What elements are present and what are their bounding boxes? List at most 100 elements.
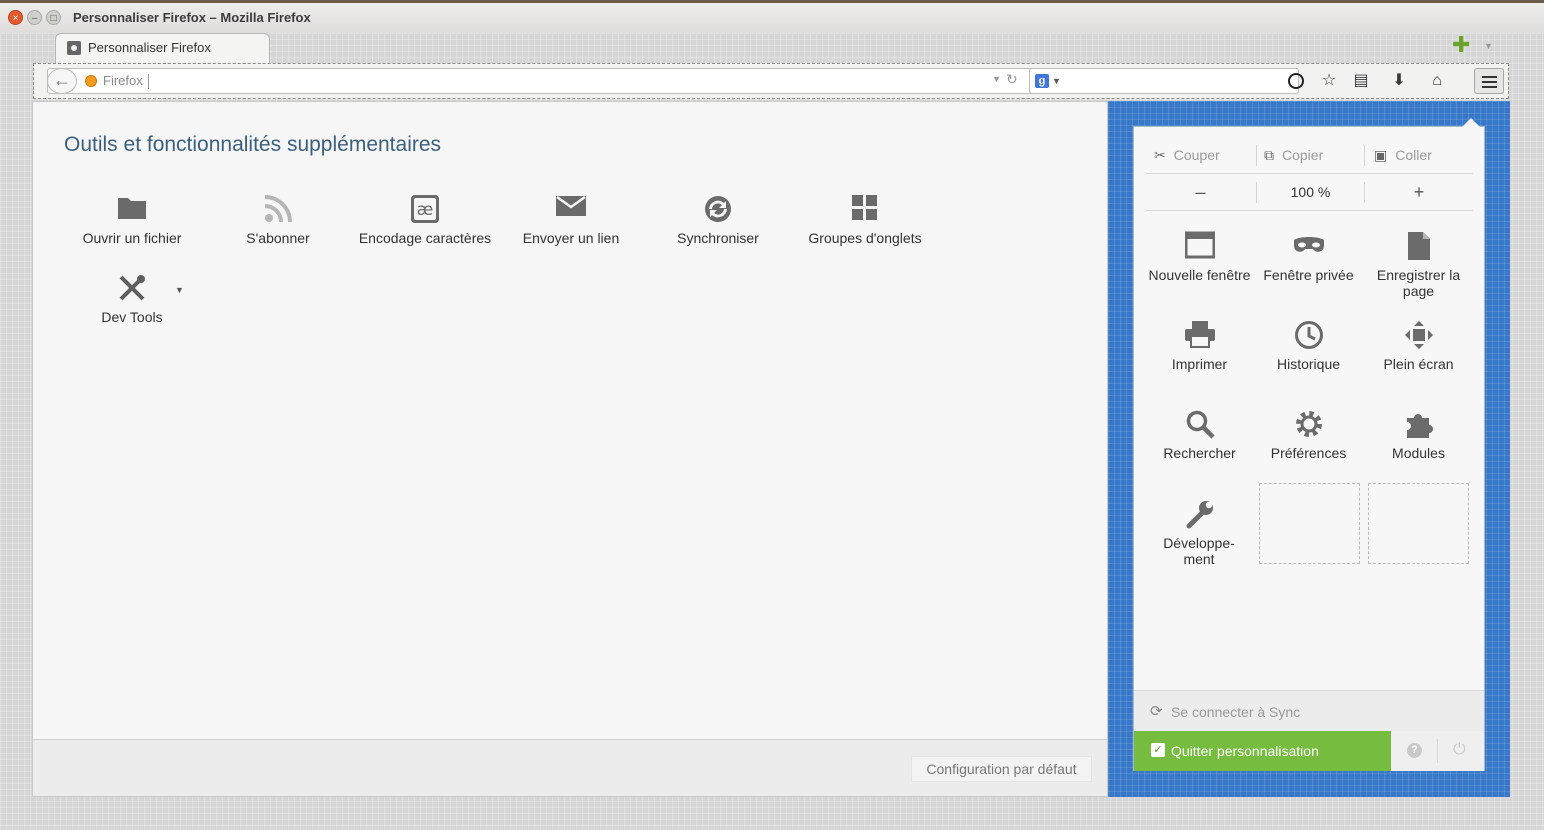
google-engine-icon[interactable]: g xyxy=(1035,74,1049,88)
palette-item-encoding[interactable]: æ Encodage caractères xyxy=(350,188,500,258)
private-mask-icon xyxy=(1293,231,1325,263)
palette-item-subscribe[interactable]: S'abonner xyxy=(203,188,353,258)
palette-item-dev-tools[interactable]: Dev Tools xyxy=(57,267,207,337)
panel-item-label: Enregistrer la page xyxy=(1376,267,1461,299)
dev-tools-dropdown-icon[interactable]: ▼ xyxy=(175,285,184,295)
customize-palette: Outils et fonctionnalités supplémentaire… xyxy=(32,101,1108,797)
window-titlebar: × – □ Personnaliser Firefox – Mozilla Fi… xyxy=(0,0,1544,33)
copy-label: Copier xyxy=(1282,147,1324,163)
downloads-arrow-icon[interactable]: ⬇ xyxy=(1389,71,1409,91)
scissors-icon: ✂ xyxy=(1154,147,1166,163)
menu-bar-line xyxy=(1482,86,1497,88)
folder-icon xyxy=(117,194,147,224)
paste-button[interactable]: ▣ Coller xyxy=(1374,137,1432,174)
panel-footer: ✓ Quitter personnalisation ? ⏻ xyxy=(1134,731,1484,771)
new-tab-plus-icon[interactable]: ✚ xyxy=(1452,34,1470,56)
home-icon[interactable]: ⌂ xyxy=(1427,71,1447,91)
gear-icon xyxy=(1293,409,1325,441)
envelope-icon xyxy=(556,194,586,224)
empty-placeholder-slot[interactable] xyxy=(1368,483,1469,564)
sync-icon: ⟳ xyxy=(1150,703,1163,720)
history-clock-icon xyxy=(1293,320,1325,352)
svg-text:æ: æ xyxy=(417,200,434,220)
sync-label: Se connecter à Sync xyxy=(1171,704,1301,720)
bookmark-star-icon[interactable]: ☆ xyxy=(1319,71,1339,91)
panel-item-label: Plein écran xyxy=(1383,356,1454,372)
separator xyxy=(1256,145,1257,166)
restore-defaults-button[interactable]: Configuration par défaut xyxy=(911,756,1092,782)
printer-icon xyxy=(1184,320,1216,352)
cut-button[interactable]: ✂ Couper xyxy=(1154,137,1220,174)
palette-footer: Configuration par défaut xyxy=(33,739,1107,796)
separator xyxy=(1437,739,1438,763)
panel-item-history[interactable]: Historique xyxy=(1256,314,1361,394)
sync-icon xyxy=(703,194,733,224)
puzzle-icon xyxy=(1403,409,1435,441)
bookmarks-menu-icon[interactable]: ▤ xyxy=(1351,71,1371,91)
panel-item-label: Rechercher xyxy=(1163,445,1236,461)
cut-label: Couper xyxy=(1173,147,1220,163)
minimize-window-icon[interactable]: – xyxy=(27,10,42,25)
close-window-icon[interactable]: × xyxy=(8,10,23,25)
firefox-identity-icon[interactable] xyxy=(85,75,97,87)
menu-bar-line xyxy=(1482,81,1497,83)
palette-item-label: Ouvrir un fichier xyxy=(82,230,182,246)
tab-list-dropdown-icon[interactable]: ▼ xyxy=(1484,41,1493,51)
palette-item-open-file[interactable]: Ouvrir un fichier xyxy=(57,188,207,258)
panel-item-label: Développe-ment xyxy=(1163,535,1235,567)
empty-placeholder-slot[interactable] xyxy=(1259,483,1360,564)
panel-item-label: Modules xyxy=(1392,445,1445,461)
sync-button[interactable]: ⟳ Se connecter à Sync xyxy=(1134,690,1484,731)
panel-item-label: Préférences xyxy=(1270,445,1347,461)
reload-icon[interactable]: ↻ xyxy=(1006,71,1018,88)
palette-item-label: Groupes d'onglets xyxy=(808,230,922,246)
url-bar[interactable]: ← Firefox ▼ ↻ xyxy=(47,68,1058,94)
palette-item-tab-groups[interactable]: Groupes d'onglets xyxy=(790,188,940,258)
new-window-icon xyxy=(1184,231,1216,263)
dev-tools-icon xyxy=(117,273,147,303)
tab-customize[interactable]: Personnaliser Firefox xyxy=(55,33,270,63)
url-text: Firefox xyxy=(103,73,143,88)
zoom-out-button[interactable]: – xyxy=(1146,174,1255,211)
engine-dropdown-icon[interactable]: ▼ xyxy=(1052,76,1061,86)
palette-item-label: Dev Tools xyxy=(101,309,163,325)
panel-item-addons[interactable]: Modules xyxy=(1366,403,1471,483)
zoom-reset-button[interactable]: 100 % xyxy=(1257,174,1364,211)
palette-item-label: Encodage caractères xyxy=(358,230,492,246)
copy-icon: ⧉ xyxy=(1264,147,1274,163)
save-page-icon xyxy=(1403,231,1435,263)
palette-item-label: S'abonner xyxy=(246,230,310,246)
menu-bar-line xyxy=(1482,76,1497,78)
panel-item-find[interactable]: Rechercher xyxy=(1147,403,1252,483)
panel-item-label: Imprimer xyxy=(1171,356,1228,372)
help-icon[interactable]: ? xyxy=(1407,743,1422,758)
tab-groups-icon xyxy=(850,194,880,224)
power-quit-icon[interactable]: ⏻ xyxy=(1453,741,1466,759)
search-icon xyxy=(1184,409,1216,441)
panel-item-print[interactable]: Imprimer xyxy=(1147,314,1252,394)
panel-item-developer[interactable]: Développe-ment xyxy=(1147,493,1252,573)
back-arrow-icon[interactable]: ← xyxy=(47,68,77,94)
search-magnifier-icon[interactable] xyxy=(1288,73,1304,89)
panel-item-private-window[interactable]: Fenêtre privée xyxy=(1256,225,1361,305)
clipboard-icon: ▣ xyxy=(1374,147,1388,163)
hamburger-menu-button[interactable] xyxy=(1474,68,1504,94)
palette-item-sync[interactable]: Synchroniser xyxy=(643,188,793,258)
zoom-in-button[interactable]: + xyxy=(1365,174,1473,211)
panel-item-fullscreen[interactable]: Plein écran xyxy=(1366,314,1471,394)
palette-item-label: Envoyer un lien xyxy=(522,230,620,246)
copy-button[interactable]: ⧉ Copier xyxy=(1264,137,1323,174)
panel-item-new-window[interactable]: Nouvelle fenêtre xyxy=(1147,225,1252,305)
navigation-toolbar: ← Firefox ▼ ↻ g ▼ ☆ ▤ ⬇ ⌂ xyxy=(33,63,1509,99)
exit-customize-button[interactable]: ✓ Quitter personnalisation xyxy=(1134,731,1391,771)
panel-item-preferences[interactable]: Préférences xyxy=(1256,403,1361,483)
search-bar[interactable]: g ▼ xyxy=(1029,68,1304,94)
panel-arrow xyxy=(1462,118,1480,127)
exit-customize-label: Quitter personnalisation xyxy=(1171,743,1319,759)
panel-item-save-page[interactable]: Enregistrer la page xyxy=(1366,225,1471,305)
url-history-dropdown-icon[interactable]: ▼ xyxy=(992,74,1001,84)
maximize-window-icon[interactable]: □ xyxy=(46,10,61,25)
palette-item-email-link[interactable]: Envoyer un lien xyxy=(496,188,646,258)
menu-panel: ✂ Couper ⧉ Copier ▣ Coller – 100 % + Nouvel… xyxy=(1133,118,1485,771)
palette-title: Outils et fonctionnalités supplémentaire… xyxy=(64,133,442,156)
